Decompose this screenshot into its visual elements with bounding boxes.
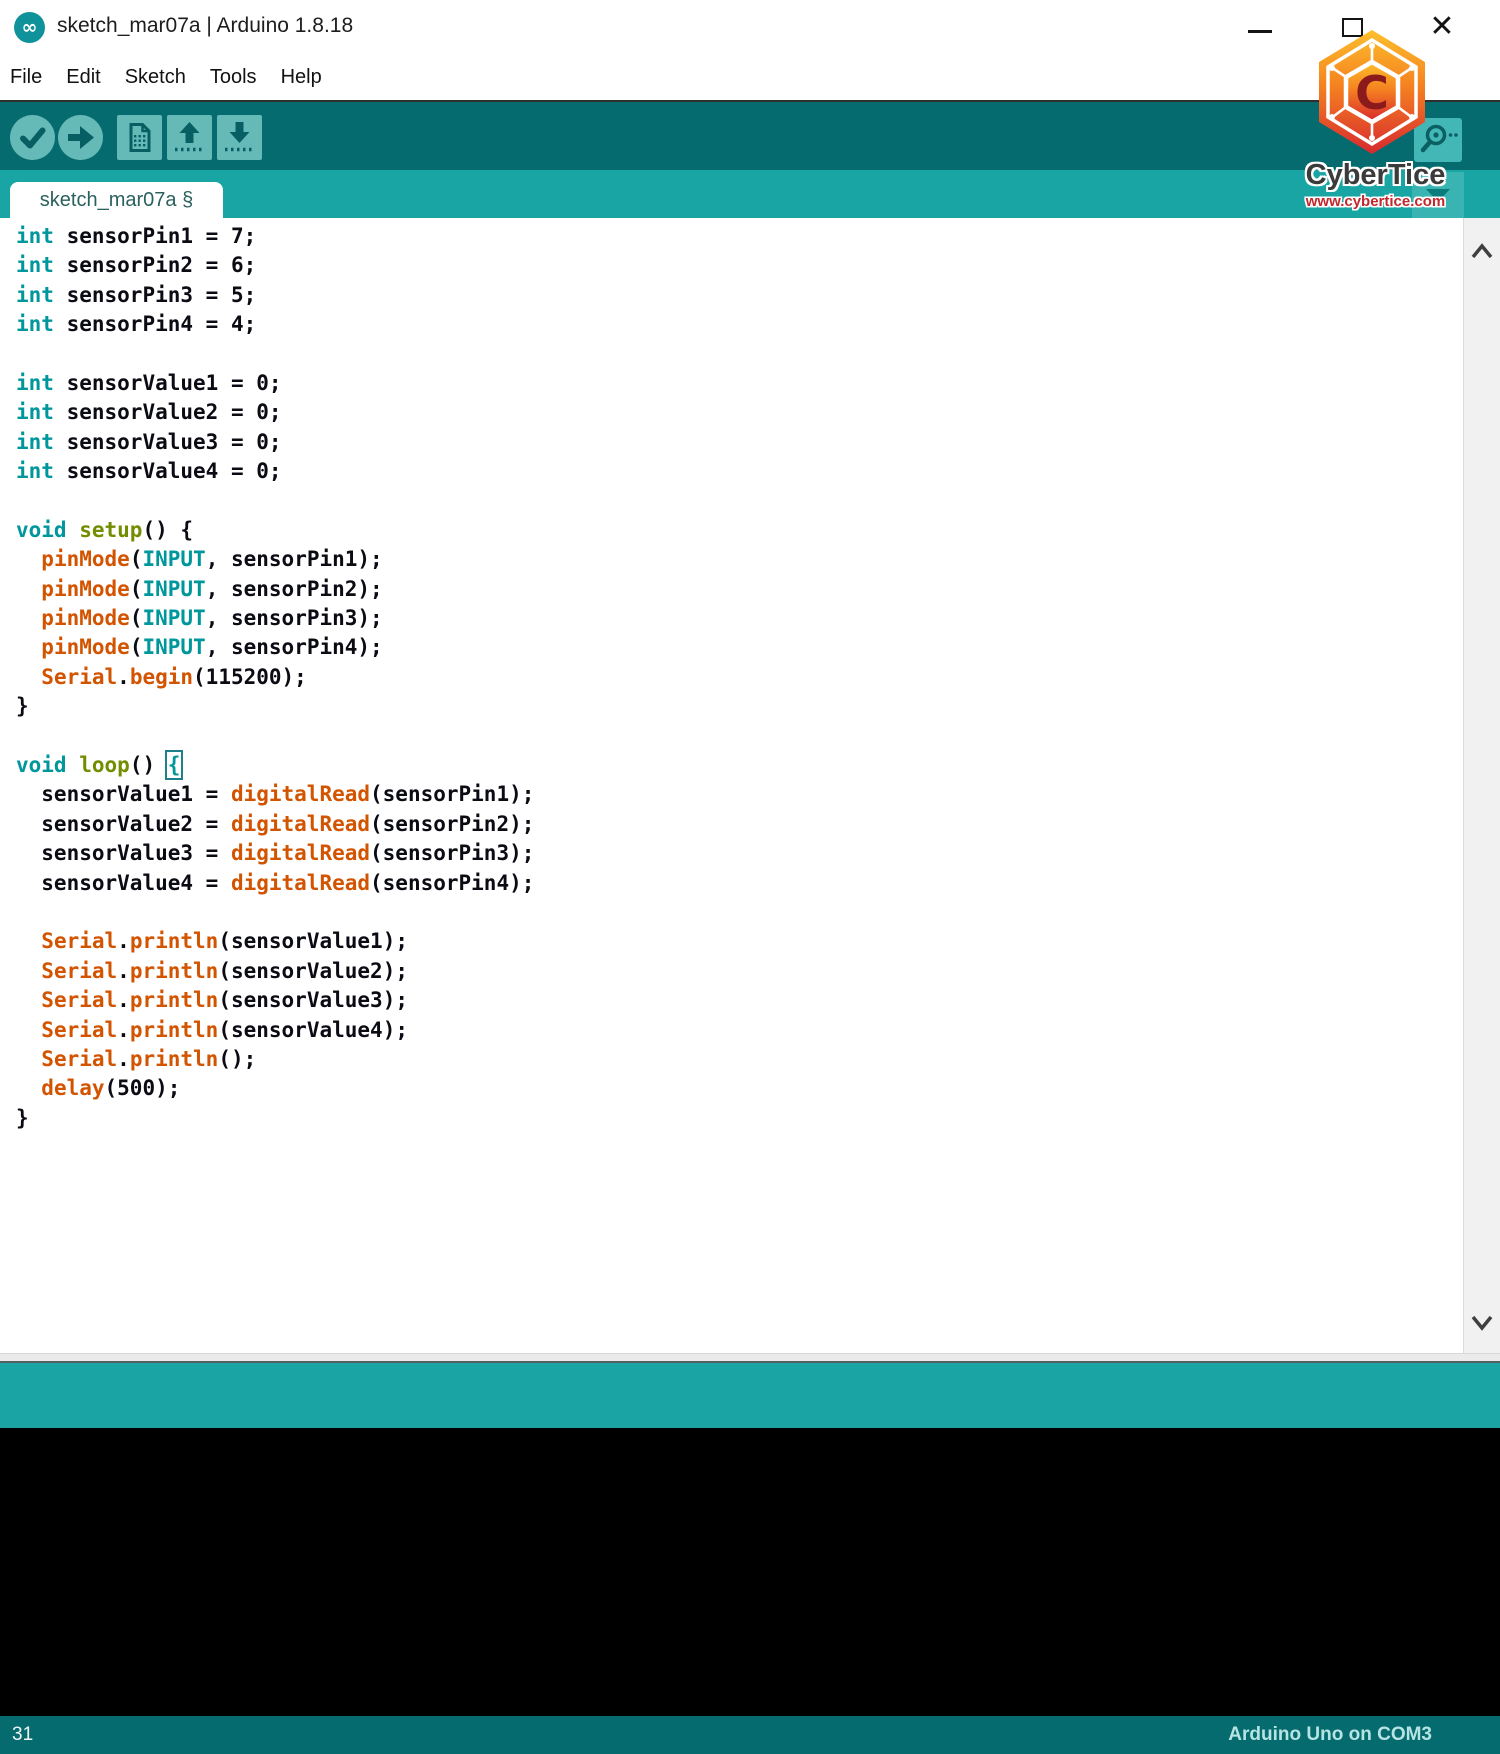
toolbar (0, 100, 1500, 170)
code-line: sensorValue1 = digitalRead(sensorPin1); (16, 782, 535, 807)
cybertice-watermark: C CyberTice www.cybertice.com (1288, 28, 1463, 210)
code-line: Serial.println(sensorValue2); (41, 958, 408, 983)
code-line: int sensorPin2 = 6; (16, 253, 257, 278)
code-line: pinMode(INPUT, sensorPin2); (41, 576, 383, 601)
menu-bar: File Edit Sketch Tools Help (0, 55, 1500, 100)
open-sketch-button[interactable] (167, 115, 212, 160)
code-line: int sensorValue4 = 0; (16, 459, 282, 484)
upload-arrow-icon (58, 115, 103, 160)
code-line: } (16, 1105, 29, 1130)
editor-pane: int sensorPin1 = 7; int sensorPin2 = 6; in… (0, 218, 1500, 1353)
tab-strip: sketch_mar07a § (0, 170, 1500, 218)
open-sketch-icon (167, 115, 212, 160)
minimize-icon (1248, 29, 1272, 33)
menu-help[interactable]: Help (281, 66, 322, 89)
minimize-button[interactable] (1232, 0, 1288, 52)
code-line: void setup() { (16, 517, 194, 542)
arduino-infinity-icon: ∞ (14, 12, 45, 43)
code-line: } (16, 694, 29, 719)
tab-label: sketch_mar07a § (39, 188, 194, 211)
code-line: sensorValue2 = digitalRead(sensorPin2); (16, 811, 535, 836)
code-line: int sensorValue3 = 0; (16, 429, 282, 454)
code-line: int sensorPin3 = 5; (16, 282, 257, 307)
verify-button[interactable] (10, 115, 55, 160)
code-line: Serial.println(sensorValue3); (41, 988, 408, 1013)
menu-edit[interactable]: Edit (66, 66, 100, 89)
code-line: void loop() { (16, 750, 184, 781)
code-line: int sensorPin4 = 4; (16, 312, 257, 337)
new-sketch-icon (117, 115, 162, 160)
svg-text:C: C (1355, 66, 1389, 120)
status-bar: 31 Arduino Uno on COM3 (0, 1716, 1500, 1754)
code-line: delay(500); (41, 1076, 181, 1101)
arduino-ide-window: ∞ sketch_mar07a | Arduino 1.8.18 ✕ File … (0, 0, 1500, 1754)
code-line: pinMode(INPUT, sensorPin1); (41, 547, 383, 572)
scroll-down-icon[interactable] (1468, 1310, 1496, 1334)
code-line: sensorValue4 = digitalRead(sensorPin4); (16, 870, 535, 895)
title-bar: ∞ sketch_mar07a | Arduino 1.8.18 ✕ (0, 0, 1500, 55)
cybertice-hexagon-logo-icon: C (1319, 30, 1425, 154)
verify-check-icon (10, 115, 55, 160)
tab-sketch-mar07a[interactable]: sketch_mar07a § (10, 182, 223, 218)
code-line: pinMode(INPUT, sensorPin3); (41, 606, 383, 631)
save-sketch-button[interactable] (217, 115, 262, 160)
cybertice-brand-text: CyberTice (1305, 159, 1446, 191)
code-line: int sensorValue1 = 0; (16, 370, 282, 395)
code-line: Serial.begin(115200); (41, 664, 307, 689)
menu-file[interactable]: File (10, 66, 42, 89)
editor-bottom-band (0, 1353, 1500, 1363)
save-sketch-icon (217, 115, 262, 160)
code-line: Serial.println(sensorValue4); (41, 1017, 408, 1042)
menu-tools[interactable]: Tools (210, 66, 257, 89)
code-line: sensorValue3 = digitalRead(sensorPin3); (16, 841, 535, 866)
vertical-scrollbar[interactable] (1463, 218, 1500, 1353)
cursor-line-number: 31 (12, 1724, 34, 1745)
scroll-up-icon[interactable] (1468, 240, 1496, 264)
console-output (0, 1428, 1500, 1716)
code-area[interactable]: int sensorPin1 = 7; int sensorPin2 = 6; in… (0, 218, 1460, 1353)
window-title: sketch_mar07a | Arduino 1.8.18 (57, 14, 354, 37)
code-line: int sensorValue2 = 0; (16, 400, 282, 425)
menu-sketch[interactable]: Sketch (125, 66, 186, 89)
code-line: Serial.println(); (41, 1046, 257, 1071)
code-line: Serial.println(sensorValue1); (41, 929, 408, 954)
code-line: int sensorPin1 = 7; (16, 224, 257, 248)
upload-button[interactable] (58, 115, 103, 160)
svg-text:∞: ∞ (22, 17, 38, 39)
board-port-status: Arduino Uno on COM3 (1228, 1724, 1432, 1745)
message-strip (0, 1363, 1500, 1428)
cybertice-url-text: www.cybertice.com (1305, 193, 1446, 210)
code-line: pinMode(INPUT, sensorPin4); (41, 635, 383, 660)
new-sketch-button[interactable] (117, 115, 162, 160)
